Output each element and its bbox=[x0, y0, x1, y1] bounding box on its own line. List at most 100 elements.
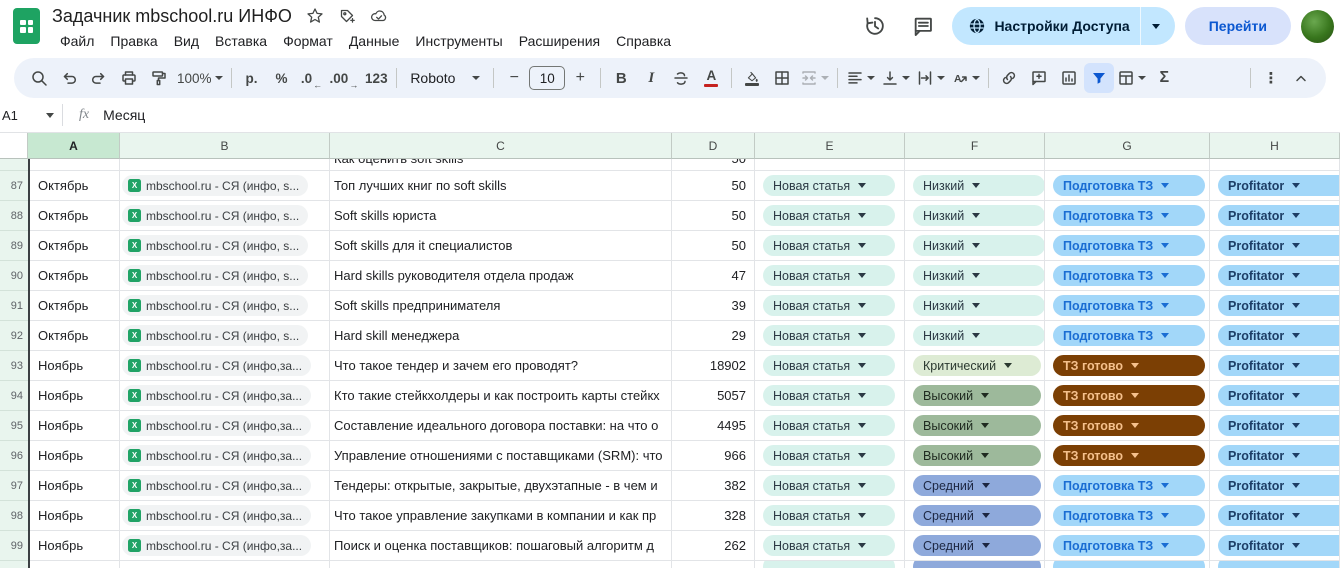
sheet-link-chip[interactable]: mbschool.ru - СЯ (инфо,за... bbox=[122, 415, 311, 436]
name-box[interactable]: A1 bbox=[0, 108, 62, 123]
cell-priority[interactable]: Низкий bbox=[905, 231, 1045, 261]
cell-source[interactable]: mbschool.ru - СЯ (инфо,за... bbox=[120, 381, 330, 411]
cell-author[interactable]: Profitator bbox=[1210, 171, 1340, 201]
filter-button[interactable] bbox=[1084, 63, 1114, 93]
sheet-link-chip[interactable]: mbschool.ru - СЯ (инфо, s... bbox=[122, 205, 308, 226]
author-dropdown[interactable]: Profitator bbox=[1218, 205, 1340, 226]
font-select[interactable]: Roboto bbox=[402, 63, 488, 93]
cell-priority[interactable]: Низкий bbox=[905, 291, 1045, 321]
insert-link-icon[interactable] bbox=[994, 63, 1024, 93]
author-dropdown[interactable] bbox=[1218, 561, 1340, 568]
cell-type[interactable]: Новая статья bbox=[755, 261, 905, 291]
select-all-corner[interactable] bbox=[0, 133, 28, 159]
paint-format-icon[interactable] bbox=[144, 63, 174, 93]
cell-month[interactable]: Октябрь bbox=[28, 231, 120, 261]
more-options-icon[interactable]: ⋮ bbox=[1256, 63, 1286, 93]
cell-topic[interactable]: Soft skills предпринимателя bbox=[330, 291, 672, 321]
share-button[interactable]: Настройки Доступа bbox=[952, 7, 1174, 45]
borders-button[interactable] bbox=[767, 63, 797, 93]
filter-views-button[interactable] bbox=[1114, 63, 1149, 93]
status-dropdown[interactable]: ТЗ готово bbox=[1053, 415, 1205, 436]
author-dropdown[interactable]: Profitator bbox=[1218, 325, 1340, 346]
strikethrough-button[interactable] bbox=[666, 63, 696, 93]
type-dropdown[interactable]: Новая статья bbox=[763, 385, 895, 406]
collapse-toolbar-icon[interactable] bbox=[1286, 63, 1316, 93]
cell-volume[interactable]: 50 bbox=[672, 159, 755, 171]
cell-author[interactable]: Profitator bbox=[1210, 291, 1340, 321]
cell-month[interactable]: Октябрь bbox=[28, 261, 120, 291]
cell-source[interactable]: mbschool.ru - СЯ (инфо, s... bbox=[120, 261, 330, 291]
increase-decimal-button[interactable]: .00→ bbox=[327, 63, 362, 93]
cell-type[interactable]: Новая статья bbox=[755, 471, 905, 501]
row-header[interactable]: 98 bbox=[0, 501, 28, 531]
cell[interactable] bbox=[755, 159, 905, 171]
priority-dropdown[interactable]: Низкий bbox=[913, 325, 1045, 346]
status-dropdown[interactable]: Подготовка ТЗ bbox=[1053, 205, 1205, 226]
type-dropdown[interactable]: Новая статья bbox=[763, 265, 895, 286]
insert-chart-icon[interactable] bbox=[1054, 63, 1084, 93]
cell-type[interactable]: Новая статья bbox=[755, 501, 905, 531]
menu-item-6[interactable]: Инструменты bbox=[407, 31, 510, 51]
cell-status[interactable]: Подготовка ТЗ bbox=[1045, 501, 1210, 531]
row-header[interactable]: 88 bbox=[0, 201, 28, 231]
cell-volume[interactable]: 50 bbox=[672, 201, 755, 231]
text-rotation-button[interactable]: A bbox=[948, 63, 983, 93]
cell-source[interactable]: mbschool.ru - СЯ (инфо, s... bbox=[120, 171, 330, 201]
cell-type[interactable]: Новая статья bbox=[755, 171, 905, 201]
star-icon[interactable] bbox=[306, 7, 324, 25]
priority-dropdown[interactable]: Низкий bbox=[913, 265, 1045, 286]
cell-priority[interactable]: Высокий bbox=[905, 411, 1045, 441]
cell-source[interactable]: mbschool.ru - СЯ (инфо,за... bbox=[120, 501, 330, 531]
fill-color-button[interactable] bbox=[737, 63, 767, 93]
text-color-button[interactable]: A bbox=[696, 63, 726, 93]
cell-volume[interactable]: 262 bbox=[672, 531, 755, 561]
cell-status[interactable]: Подготовка ТЗ bbox=[1045, 231, 1210, 261]
cell-priority[interactable]: Низкий bbox=[905, 321, 1045, 351]
cell[interactable] bbox=[120, 561, 330, 568]
author-dropdown[interactable]: Profitator bbox=[1218, 355, 1340, 376]
type-dropdown[interactable]: Новая статья bbox=[763, 355, 895, 376]
status-dropdown[interactable]: Подготовка ТЗ bbox=[1053, 535, 1205, 556]
cell-volume[interactable]: 328 bbox=[672, 501, 755, 531]
menu-item-4[interactable]: Формат bbox=[275, 31, 341, 51]
priority-dropdown[interactable]: Низкий bbox=[913, 205, 1045, 226]
text-wrap-button[interactable] bbox=[913, 63, 948, 93]
name-box-caret[interactable] bbox=[46, 113, 54, 118]
cell-type[interactable]: Новая статья bbox=[755, 201, 905, 231]
comments-icon[interactable] bbox=[904, 7, 942, 45]
priority-dropdown[interactable] bbox=[913, 561, 1041, 568]
column-header-A[interactable]: A bbox=[28, 133, 120, 159]
cell-priority[interactable]: Средний bbox=[905, 471, 1045, 501]
menu-item-3[interactable]: Вставка bbox=[207, 31, 275, 51]
menu-item-2[interactable]: Вид bbox=[166, 31, 207, 51]
cell-status[interactable]: ТЗ готово bbox=[1045, 381, 1210, 411]
label-icon[interactable] bbox=[338, 7, 356, 25]
sheet-link-chip[interactable]: mbschool.ru - СЯ (инфо, s... bbox=[122, 235, 308, 256]
type-dropdown[interactable]: Новая статья bbox=[763, 415, 895, 436]
functions-button[interactable]: Σ bbox=[1149, 63, 1179, 93]
cell-volume[interactable]: 966 bbox=[672, 441, 755, 471]
column-header-G[interactable]: G bbox=[1045, 133, 1210, 159]
author-dropdown[interactable]: Profitator bbox=[1218, 235, 1340, 256]
status-dropdown[interactable]: Подготовка ТЗ bbox=[1053, 235, 1205, 256]
cell-source[interactable]: mbschool.ru - СЯ (инфо,за... bbox=[120, 411, 330, 441]
horizontal-align-button[interactable] bbox=[843, 63, 878, 93]
priority-dropdown[interactable]: Высокий bbox=[913, 385, 1041, 406]
search-icon[interactable] bbox=[24, 63, 54, 93]
cell-month[interactable] bbox=[28, 159, 120, 171]
author-dropdown[interactable]: Profitator bbox=[1218, 535, 1340, 556]
sheet-link-chip[interactable]: mbschool.ru - СЯ (инфо,за... bbox=[122, 505, 311, 526]
sheet-link-chip[interactable]: mbschool.ru - СЯ (инфо, s... bbox=[122, 175, 308, 196]
cell-topic[interactable]: Поиск и оценка поставщиков: пошаговый ал… bbox=[330, 531, 672, 561]
cell-status[interactable]: Подготовка ТЗ bbox=[1045, 201, 1210, 231]
version-history-icon[interactable] bbox=[856, 7, 894, 45]
cell[interactable] bbox=[1045, 159, 1210, 171]
cell-volume[interactable]: 29 bbox=[672, 321, 755, 351]
cell-topic[interactable]: Топ лучших книг по soft skills bbox=[330, 171, 672, 201]
column-header-E[interactable]: E bbox=[755, 133, 905, 159]
sheet-link-chip[interactable]: mbschool.ru - СЯ (инфо,за... bbox=[122, 445, 311, 466]
cell-volume[interactable]: 382 bbox=[672, 471, 755, 501]
row-header[interactable]: 99 bbox=[0, 531, 28, 561]
status-dropdown[interactable]: ТЗ готово bbox=[1053, 445, 1205, 466]
cell-source[interactable]: mbschool.ru - СЯ (инфо,за... bbox=[120, 531, 330, 561]
